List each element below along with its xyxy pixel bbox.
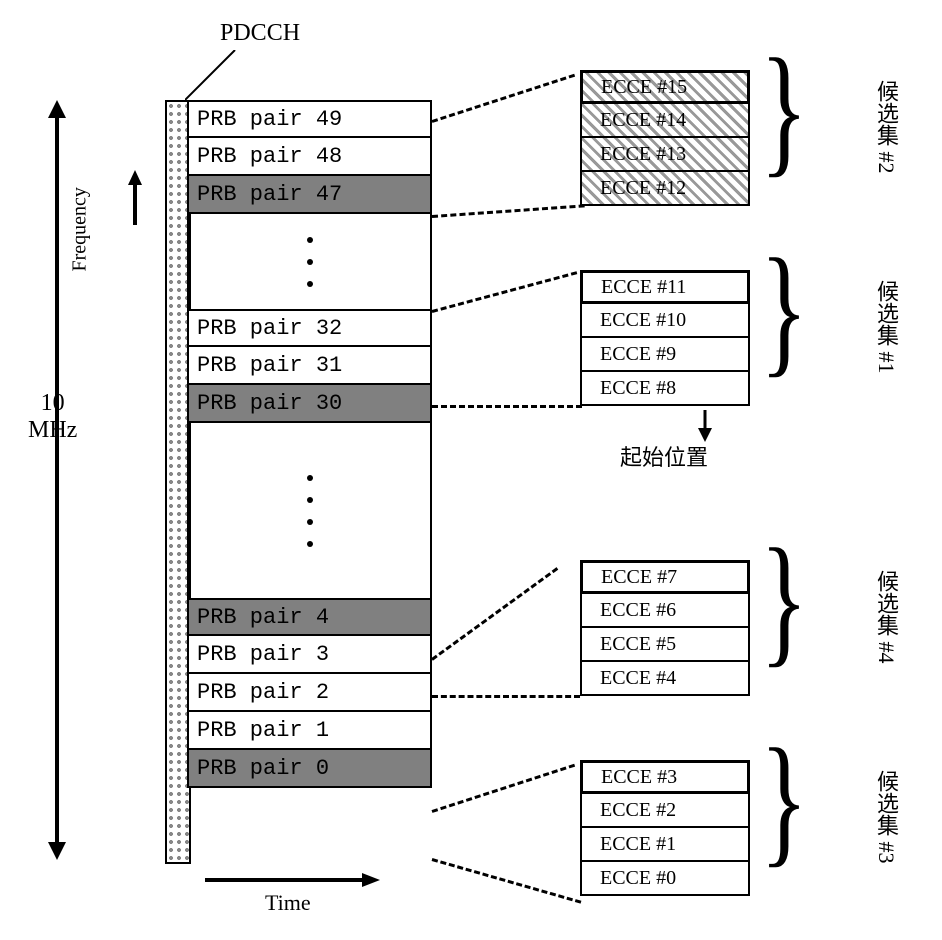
connector-dashed-line <box>432 764 576 813</box>
ecce-row: ECCE #8 <box>580 372 750 406</box>
ecce-row: ECCE #11 <box>580 270 750 304</box>
frequency-arrow-icon <box>120 170 150 230</box>
prb-gap <box>187 214 432 309</box>
ecce-row: ECCE #2 <box>580 794 750 828</box>
ecce-row: ECCE #4 <box>580 662 750 696</box>
candidate-set-label: 候选集 #2 <box>870 80 902 174</box>
diagram-container: PDCCH Frequency 10 MHz PRB pair 49 PRB p… <box>20 20 920 920</box>
start-position-label: 起始位置 <box>620 440 708 472</box>
prb-row: PRB pair 48 <box>187 138 432 176</box>
prb-column: PRB pair 49 PRB pair 48 PRB pair 47 PRB … <box>165 100 432 788</box>
prb-row: PRB pair 0 <box>187 750 432 788</box>
prb-row: PRB pair 1 <box>187 712 432 750</box>
ecce-row: ECCE #7 <box>580 560 750 594</box>
ellipsis-dot-icon <box>307 497 313 503</box>
connector-dashed-line <box>432 74 576 123</box>
brace-icon: } <box>760 238 808 383</box>
prb-row: PRB pair 32 <box>187 309 432 347</box>
prb-gap <box>187 423 432 598</box>
time-arrow-icon <box>200 870 380 890</box>
brace-icon: } <box>760 728 808 873</box>
brace-icon: } <box>760 528 808 673</box>
ellipsis-dot-icon <box>307 541 313 547</box>
ellipsis-dot-icon <box>307 281 313 287</box>
brace-icon: } <box>760 38 808 183</box>
ellipsis-dot-icon <box>307 259 313 265</box>
connector-dashed-line <box>431 567 558 661</box>
prb-row: PRB pair 49 <box>187 100 432 138</box>
connector-dashed-line <box>432 204 585 218</box>
bandwidth-double-arrow-icon <box>42 100 72 860</box>
prb-row: PRB pair 4 <box>187 598 432 636</box>
ecce-group: ECCE #3ECCE #2ECCE #1ECCE #0 <box>580 760 750 896</box>
ecce-row: ECCE #10 <box>580 304 750 338</box>
ecce-row: ECCE #0 <box>580 862 750 896</box>
ecce-row: ECCE #15 <box>580 70 750 104</box>
ecce-row: ECCE #9 <box>580 338 750 372</box>
prb-row: PRB pair 47 <box>187 176 432 214</box>
ellipsis-dot-icon <box>307 519 313 525</box>
ecce-row: ECCE #13 <box>580 138 750 172</box>
ellipsis-dot-icon <box>307 475 313 481</box>
ecce-row: ECCE #6 <box>580 594 750 628</box>
connector-dashed-line <box>432 858 582 904</box>
ecce-row: ECCE #5 <box>580 628 750 662</box>
candidate-set-label: 候选集 #4 <box>870 570 902 664</box>
connector-dashed-line <box>432 695 580 698</box>
ecce-group: ECCE #7ECCE #6ECCE #5ECCE #4 <box>580 560 750 696</box>
ecce-group: ECCE #15ECCE #14ECCE #13ECCE #12 <box>580 70 750 206</box>
candidate-set-label: 候选集 #1 <box>870 280 902 374</box>
ellipsis-dot-icon <box>307 237 313 243</box>
connector-dashed-line <box>432 271 578 313</box>
ecce-group: ECCE #11ECCE #10ECCE #9ECCE #8 <box>580 270 750 406</box>
prb-row: PRB pair 30 <box>187 385 432 423</box>
ecce-row: ECCE #3 <box>580 760 750 794</box>
prb-row: PRB pair 31 <box>187 347 432 385</box>
pdcch-pointer-line <box>185 50 245 100</box>
time-axis-label: Time <box>265 890 311 916</box>
prb-row: PRB pair 3 <box>187 636 432 674</box>
connector-dashed-line <box>432 405 582 408</box>
ecce-row: ECCE #14 <box>580 104 750 138</box>
ecce-row: ECCE #1 <box>580 828 750 862</box>
ecce-row: ECCE #12 <box>580 172 750 206</box>
pdcch-label: PDCCH <box>220 20 300 47</box>
candidate-set-label: 候选集 #3 <box>870 770 902 864</box>
prb-row: PRB pair 2 <box>187 674 432 712</box>
